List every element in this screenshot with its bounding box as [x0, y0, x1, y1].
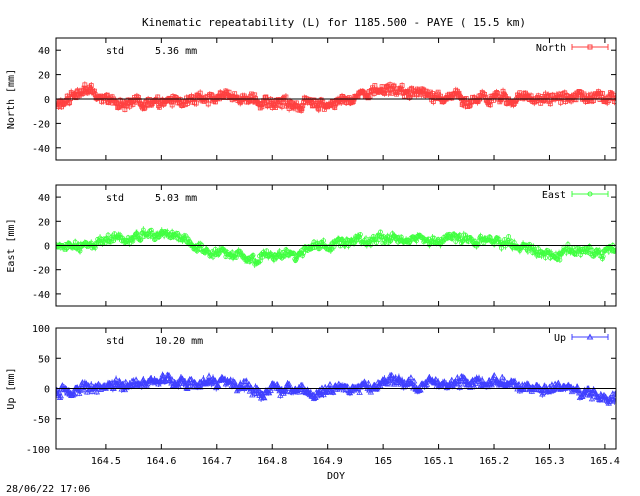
std-label: std [106, 46, 124, 57]
x-tick-label: 164.8 [257, 456, 287, 467]
y-tick-label: -20 [32, 266, 50, 277]
x-tick-label: 165.1 [424, 456, 454, 467]
y-axis-label: Up [mm] [6, 367, 17, 409]
legend: East [542, 190, 609, 201]
timestamp: 28/06/22 17:06 [6, 484, 91, 495]
legend-entry: North [536, 43, 566, 54]
y-tick-label: 40 [38, 46, 50, 57]
y-axis-label: North [mm] [6, 69, 17, 129]
y-tick-label: 100 [32, 324, 50, 335]
y-tick-label: 20 [38, 217, 50, 228]
data-series-north [56, 81, 616, 114]
panel-east: -40 -20 0 20 40 East [mm] std 5.03 mm East [6, 184, 617, 307]
x-tick-label: 165.2 [479, 456, 509, 467]
x-tick-label: 165.4 [590, 456, 620, 467]
y-tick-label: 50 [38, 354, 50, 365]
legend: Up [554, 333, 609, 344]
std-value: 5.36 mm [155, 46, 197, 57]
y-tick-label: -40 [32, 144, 50, 155]
x-tick-label: 165 [374, 456, 392, 467]
x-tick-label: 164.6 [146, 456, 176, 467]
y-tick-label: 40 [38, 193, 50, 204]
y-axis-label: East [mm] [6, 218, 17, 272]
chart-title: Kinematic repeatability (L) for 1185.500… [142, 16, 526, 29]
x-tick-label: 165.3 [534, 456, 564, 467]
data-series-east [56, 226, 616, 269]
x-tick-label: 164.5 [91, 456, 121, 467]
std-label: std [106, 193, 124, 204]
y-tick-label: 0 [44, 385, 50, 396]
y-tick-label: -40 [32, 290, 50, 301]
std-value: 5.03 mm [155, 193, 197, 204]
y-tick-label: 0 [44, 95, 50, 106]
panel-north: -40 -20 0 20 40 North [mm] std 5.36 mm North [6, 37, 617, 161]
std-value: 10.20 mm [155, 336, 203, 347]
y-tick-label: -50 [32, 415, 50, 426]
figure: Kinematic repeatability (L) for 1185.500… [6, 16, 620, 482]
y-tick-label: 20 [38, 71, 50, 82]
x-tick-label: 164.9 [313, 456, 343, 467]
legend-entry: East [542, 190, 566, 201]
legend: North [536, 43, 609, 54]
y-tick-label: 0 [44, 242, 50, 253]
panel-up: -100 -50 0 50 100 164.5 164.6 164.7 164.8 164.9 16… [6, 324, 620, 482]
x-tick-label: 164.7 [202, 456, 232, 467]
y-tick-label: -100 [26, 445, 50, 456]
y-tick-label: -20 [32, 119, 50, 130]
x-axis-label: DOY [327, 471, 345, 482]
legend-entry: Up [554, 333, 566, 344]
std-label: std [106, 336, 124, 347]
